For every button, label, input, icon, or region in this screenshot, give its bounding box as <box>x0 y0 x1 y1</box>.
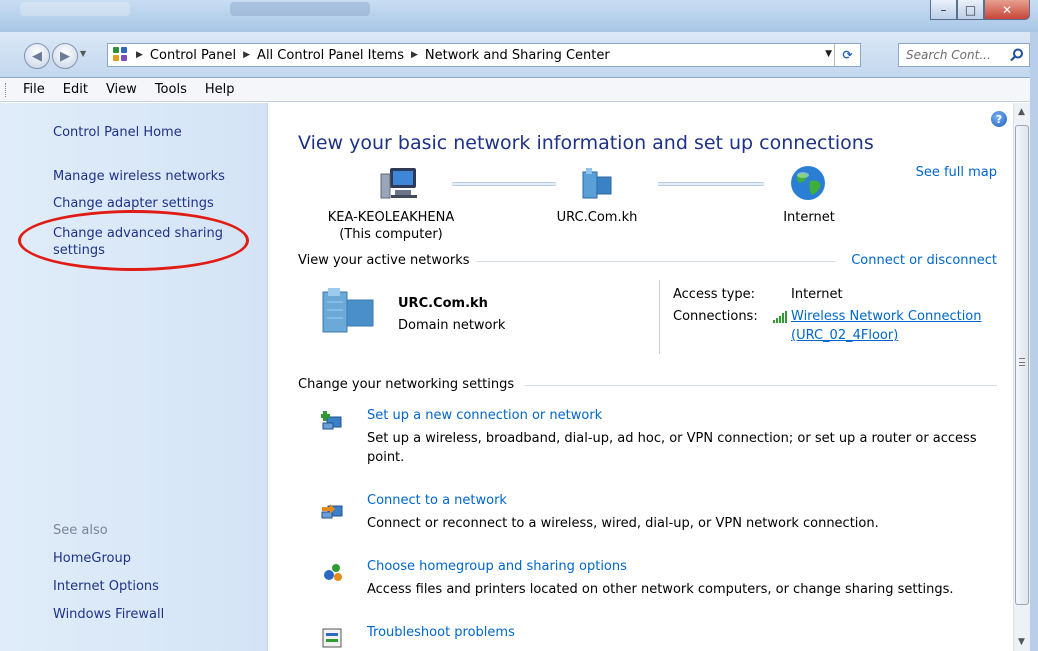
scrollbar-thumb[interactable] <box>1015 125 1029 605</box>
see-full-map-link[interactable]: See full map <box>916 165 997 180</box>
page-title: View your basic network information and … <box>298 132 874 154</box>
window-controls: – □ ✕ <box>930 0 1030 20</box>
wireless-connection-link-ssid[interactable]: (URC_02_4Floor) <box>791 328 898 343</box>
domain-name-label: URC.Com.kh <box>556 210 638 225</box>
title-bar: – □ ✕ <box>0 0 1038 32</box>
menu-view[interactable]: View <box>97 82 146 97</box>
forward-arrow-icon: ▶ <box>60 48 70 64</box>
left-task-pane: Control Panel Home Manage wireless netwo… <box>0 103 268 651</box>
search-icon[interactable] <box>1010 48 1024 62</box>
computer-name: KEA-KEOLEAKHENA <box>327 210 455 225</box>
access-type-value: Internet <box>791 287 843 302</box>
active-network-name: URC.Com.kh <box>398 296 488 311</box>
menu-grip <box>5 82 8 97</box>
connect-or-disconnect-link[interactable]: Connect or disconnect <box>851 253 997 268</box>
help-icon[interactable]: ? <box>991 111 1007 127</box>
breadcrumb-separator-icon[interactable]: ▶ <box>136 50 143 60</box>
window-frame <box>1030 32 1038 651</box>
troubleshoot-icon <box>322 628 342 648</box>
internet-options-link[interactable]: Internet Options <box>53 579 159 595</box>
setup-connection-link[interactable]: Set up a new connection or network <box>367 408 602 423</box>
computer-subtitle: (This computer) <box>339 227 443 242</box>
title-bar-decoration <box>20 2 130 16</box>
vertical-scrollbar[interactable]: ▲ ▼ <box>1013 103 1030 651</box>
section-divider <box>477 261 835 262</box>
domain-network-large-icon <box>322 288 374 333</box>
scroll-up-icon[interactable]: ▲ <box>1018 107 1025 117</box>
wireless-connection-link[interactable]: Wireless Network Connection <box>791 309 982 324</box>
internet-globe-icon[interactable] <box>788 163 828 203</box>
history-dropdown-icon[interactable]: ▼ <box>80 49 86 58</box>
breadcrumb-separator-icon[interactable]: ▶ <box>411 50 418 60</box>
internet-label: Internet <box>783 210 835 225</box>
scrollbar-grip <box>1019 358 1025 366</box>
breadcrumb-separator-icon[interactable]: ▶ <box>243 50 250 60</box>
section-divider <box>525 385 997 386</box>
search-box[interactable] <box>898 43 1030 67</box>
active-networks-heading: View your active networks <box>298 253 470 268</box>
address-dropdown-icon[interactable]: ▼ <box>825 49 832 59</box>
homegroup-link[interactable]: HomeGroup <box>53 551 131 567</box>
vertical-divider <box>659 280 660 354</box>
back-arrow-icon: ◀ <box>32 48 42 64</box>
minimize-button[interactable]: – <box>930 0 957 20</box>
breadcrumb-control-panel[interactable]: Control Panel <box>150 48 236 63</box>
breadcrumb-network-center[interactable]: Network and Sharing Center <box>425 48 610 63</box>
maximize-button[interactable]: □ <box>957 0 984 20</box>
manage-wireless-networks-link[interactable]: Manage wireless networks <box>53 169 225 185</box>
computer-icon[interactable] <box>379 166 425 202</box>
connection-line <box>658 182 764 186</box>
connect-to-network-link[interactable]: Connect to a network <box>367 493 507 508</box>
new-connection-icon <box>321 411 342 430</box>
homegroup-sharing-description: Access files and printers located on oth… <box>367 582 954 597</box>
title-bar-decoration <box>230 2 370 16</box>
setup-connection-description-line2: point. <box>367 450 405 465</box>
see-also-heading: See also <box>53 523 108 538</box>
connect-to-network-description: Connect or reconnect to a wireless, wire… <box>367 516 879 531</box>
breadcrumb-all-items[interactable]: All Control Panel Items <box>257 48 404 63</box>
main-content: ? View your basic network information an… <box>269 103 1013 651</box>
back-button[interactable]: ◀ <box>24 43 50 69</box>
menu-tools[interactable]: Tools <box>146 82 196 97</box>
scroll-down-icon[interactable]: ▼ <box>1018 637 1025 647</box>
connect-to-network-icon <box>321 504 343 519</box>
refresh-button[interactable]: ⟳ <box>834 44 860 66</box>
access-type-label: Access type: <box>673 287 756 302</box>
connections-label: Connections: <box>673 309 758 324</box>
highlight-circle <box>18 210 249 271</box>
close-button[interactable]: ✕ <box>984 0 1030 20</box>
navigation-bar: ◀ ▶ ▼ ▶ Control Panel ▶ All Control Pane… <box>0 32 1038 78</box>
control-panel-home-link[interactable]: Control Panel Home <box>53 125 182 141</box>
search-input[interactable] <box>906 48 1010 62</box>
homegroup-icon <box>324 564 342 581</box>
menu-edit[interactable]: Edit <box>54 82 97 97</box>
menu-help[interactable]: Help <box>196 82 244 97</box>
control-panel-icon <box>113 47 129 63</box>
domain-network-icon[interactable] <box>580 166 616 200</box>
homegroup-sharing-link[interactable]: Choose homegroup and sharing options <box>367 559 627 574</box>
menu-file[interactable]: File <box>14 82 54 97</box>
windows-firewall-link[interactable]: Windows Firewall <box>53 607 164 623</box>
wireless-signal-icon <box>773 311 787 323</box>
troubleshoot-problems-link[interactable]: Troubleshoot problems <box>367 625 515 640</box>
connection-line <box>452 182 556 186</box>
menu-bar: File Edit View Tools Help <box>0 78 1038 102</box>
forward-button[interactable]: ▶ <box>52 43 78 69</box>
breadcrumb: ▶ Control Panel ▶ All Control Panel Item… <box>129 48 610 63</box>
change-settings-heading: Change your networking settings <box>298 377 515 392</box>
address-bar[interactable]: ▶ Control Panel ▶ All Control Panel Item… <box>107 43 861 67</box>
active-network-type[interactable]: Domain network <box>398 318 505 333</box>
setup-connection-description: Set up a wireless, broadband, dial-up, a… <box>367 431 977 446</box>
